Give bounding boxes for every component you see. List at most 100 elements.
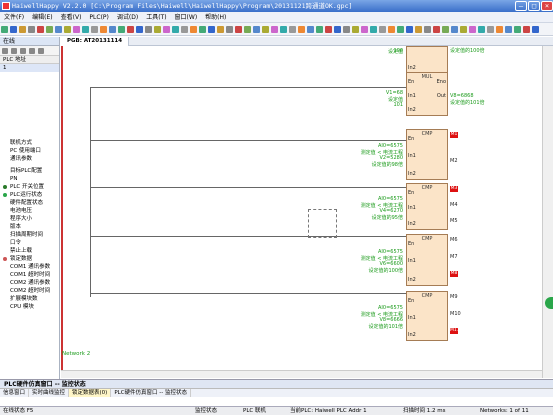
- menu-item[interactable]: 调试(D): [113, 12, 142, 23]
- toolbar-icon[interactable]: [262, 26, 269, 33]
- toolbar-icon[interactable]: [505, 26, 512, 33]
- toolbar-icon[interactable]: [1, 26, 8, 33]
- toolbar-icon[interactable]: [298, 26, 305, 33]
- toolbar-icon[interactable]: [460, 26, 467, 33]
- connect-icon[interactable]: [2, 48, 8, 54]
- more-icon[interactable]: [38, 48, 44, 54]
- menu-item[interactable]: 工具(T): [142, 12, 170, 23]
- ladder-editor[interactable]: Network 2 In2 设定值 100 设定值的100倍 MUL En Eno In1 In2…: [61, 46, 542, 378]
- sidebar-item[interactable]: COM2 超时时间: [0, 287, 59, 295]
- menu-item[interactable]: 帮助(H): [201, 12, 230, 23]
- toolbar-icon[interactable]: [280, 26, 287, 33]
- side-handle[interactable]: [545, 297, 553, 309]
- toolbar-icon[interactable]: [370, 26, 377, 33]
- toolbar-icon[interactable]: [181, 26, 188, 33]
- function-block[interactable]: MUL En Eno In1 In2 Out: [406, 72, 448, 116]
- sidebar-item[interactable]: PLC 开关位置: [0, 183, 59, 191]
- sidebar-item[interactable]: 通讯参数: [0, 155, 59, 163]
- sidebar-item[interactable]: 目标PLC配置: [0, 167, 59, 175]
- toolbar-icon[interactable]: [190, 26, 197, 33]
- toolbar-icon[interactable]: [253, 26, 260, 33]
- toolbar-icon[interactable]: [46, 26, 53, 33]
- menu-item[interactable]: 窗口(W): [171, 12, 202, 23]
- sidebar-item[interactable]: PN: [0, 175, 59, 183]
- toolbar-icon[interactable]: [388, 26, 395, 33]
- function-block[interactable]: CMP En In1 In2: [406, 291, 448, 341]
- toolbar-icon[interactable]: [118, 26, 125, 33]
- refresh-icon[interactable]: [11, 48, 17, 54]
- toolbar-icon[interactable]: [244, 26, 251, 33]
- toolbar-icon[interactable]: [307, 26, 314, 33]
- function-block[interactable]: CMP En In1 In2: [406, 183, 448, 230]
- sidebar-item[interactable]: CPU 模块: [0, 303, 59, 311]
- toolbar-icon[interactable]: [361, 26, 368, 33]
- toolbar-icon[interactable]: [28, 26, 35, 33]
- toolbar-icon[interactable]: [334, 26, 341, 33]
- plc-address-row[interactable]: 1: [0, 64, 59, 72]
- toolbar-icon[interactable]: [217, 26, 224, 33]
- tab-program[interactable]: PGB: AT20131114: [61, 37, 130, 46]
- sidebar-item[interactable]: 程序大小: [0, 215, 59, 223]
- maximize-button[interactable]: □: [528, 1, 540, 11]
- toolbar-icon[interactable]: [523, 26, 530, 33]
- sidebar-item[interactable]: 扩展模块数: [0, 295, 59, 303]
- sidebar-item[interactable]: 电池电压: [0, 207, 59, 215]
- toolbar-icon[interactable]: [325, 26, 332, 33]
- toolbar-icon[interactable]: [109, 26, 116, 33]
- settings-icon[interactable]: [20, 48, 26, 54]
- toolbar-icon[interactable]: [406, 26, 413, 33]
- toolbar-icon[interactable]: [469, 26, 476, 33]
- sidebar-item[interactable]: COM2 通讯参数: [0, 279, 59, 287]
- toolbar-icon[interactable]: [127, 26, 134, 33]
- toolbar-icon[interactable]: [10, 26, 17, 33]
- toolbar-icon[interactable]: [487, 26, 494, 33]
- horizontal-scrollbar[interactable]: [61, 370, 542, 378]
- sidebar-item[interactable]: 扫描周期时间: [0, 231, 59, 239]
- sidebar-item[interactable]: 版本: [0, 223, 59, 231]
- bottom-tab[interactable]: 锁定数据表(0): [69, 389, 112, 397]
- close-button[interactable]: ×: [541, 1, 553, 11]
- bottom-tab[interactable]: 实时曲线监控: [29, 389, 70, 397]
- toolbar-icon[interactable]: [343, 26, 350, 33]
- sidebar-item[interactable]: PC 使用端口: [0, 147, 59, 155]
- toolbar-icon[interactable]: [424, 26, 431, 33]
- function-block[interactable]: CMP En In1 In2: [406, 129, 448, 180]
- toolbar-icon[interactable]: [199, 26, 206, 33]
- toolbar-icon[interactable]: [154, 26, 161, 33]
- toolbar-icon[interactable]: [55, 26, 62, 33]
- toolbar-icon[interactable]: [271, 26, 278, 33]
- toolbar-icon[interactable]: [145, 26, 152, 33]
- toolbar-icon[interactable]: [235, 26, 242, 33]
- toolbar-icon[interactable]: [100, 26, 107, 33]
- vertical-scrollbar[interactable]: [542, 46, 553, 378]
- toolbar-icon[interactable]: [352, 26, 359, 33]
- sidebar-item[interactable]: 硬件配置状态: [0, 199, 59, 207]
- toolbar-icon[interactable]: [19, 26, 26, 33]
- sidebar-item[interactable]: 口令: [0, 239, 59, 247]
- toolbar-icon[interactable]: [415, 26, 422, 33]
- minimize-button[interactable]: –: [515, 1, 527, 11]
- bottom-tab[interactable]: 信息窗口: [0, 389, 30, 397]
- sidebar-item[interactable]: 禁止上载: [0, 247, 59, 255]
- toolbar-icon[interactable]: [208, 26, 215, 33]
- function-block[interactable]: CMP En In1 In2: [406, 234, 448, 286]
- toolbar-icon[interactable]: [451, 26, 458, 33]
- toolbar-icon[interactable]: [442, 26, 449, 33]
- toolbar-icon[interactable]: [73, 26, 80, 33]
- toolbar-icon[interactable]: [397, 26, 404, 33]
- menu-item[interactable]: PLC(P): [85, 12, 112, 23]
- menu-item[interactable]: 文件(F): [0, 12, 28, 23]
- toolbar-icon[interactable]: [37, 26, 44, 33]
- toolbar-icon[interactable]: [532, 26, 539, 33]
- toolbar-icon[interactable]: [289, 26, 296, 33]
- toolbar-icon[interactable]: [514, 26, 521, 33]
- toolbar-icon[interactable]: [64, 26, 71, 33]
- sidebar-item[interactable]: 锁定数据: [0, 255, 59, 263]
- search-icon[interactable]: [29, 48, 35, 54]
- toolbar-icon[interactable]: [163, 26, 170, 33]
- function-block[interactable]: In2: [406, 46, 448, 74]
- toolbar-icon[interactable]: [172, 26, 179, 33]
- toolbar-icon[interactable]: [478, 26, 485, 33]
- toolbar-icon[interactable]: [316, 26, 323, 33]
- sidebar-item[interactable]: PLC运行状态: [0, 191, 59, 199]
